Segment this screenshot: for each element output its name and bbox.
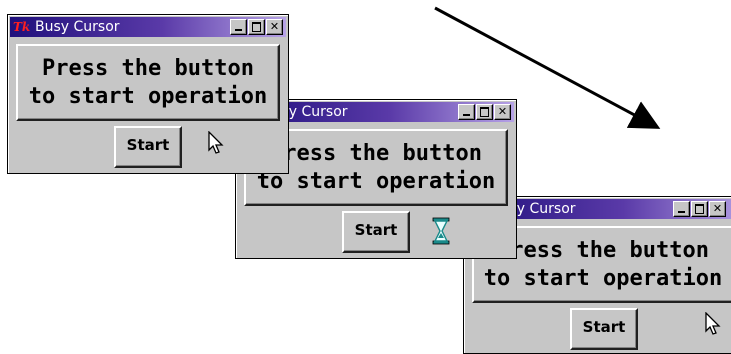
minimize-icon [235, 29, 242, 31]
window-title: Busy Cursor [35, 19, 120, 35]
maximize-icon [252, 22, 261, 32]
minimize-icon [678, 211, 685, 213]
maximize-button[interactable] [691, 201, 708, 217]
close-icon: ✕ [269, 20, 280, 33]
title-bar[interactable]: Tk Busy Cursor ✕ [10, 17, 286, 37]
close-button[interactable]: ✕ [494, 104, 511, 120]
press-button-line1: Press the button [42, 55, 254, 81]
arrow-pointer-icon [705, 312, 721, 335]
minimize-icon [463, 114, 470, 116]
maximize-button[interactable] [248, 19, 265, 35]
minimize-button[interactable] [230, 19, 247, 35]
maximize-button[interactable] [476, 104, 493, 120]
arrow-pointer-icon [208, 131, 224, 154]
busy-cursor-window-1: Tk Busy Cursor ✕ Press the button to sta… [7, 14, 289, 174]
maximize-icon [695, 204, 704, 214]
press-button-line2: to start operation [28, 83, 268, 109]
maximize-icon [480, 107, 489, 117]
press-button[interactable]: Press the button to start operation [16, 44, 280, 121]
hourglass-icon [432, 217, 450, 245]
tk-logo-icon: Tk [13, 20, 31, 34]
press-button-line2: to start operation [483, 265, 723, 291]
start-button[interactable]: Start [342, 211, 410, 253]
start-button[interactable]: Start [570, 308, 638, 350]
minimize-button[interactable] [673, 201, 690, 217]
close-button[interactable]: ✕ [266, 19, 283, 35]
close-icon: ✕ [497, 105, 508, 118]
minimize-button[interactable] [458, 104, 475, 120]
start-button[interactable]: Start [114, 126, 182, 168]
close-icon: ✕ [712, 202, 723, 215]
close-button[interactable]: ✕ [709, 201, 726, 217]
